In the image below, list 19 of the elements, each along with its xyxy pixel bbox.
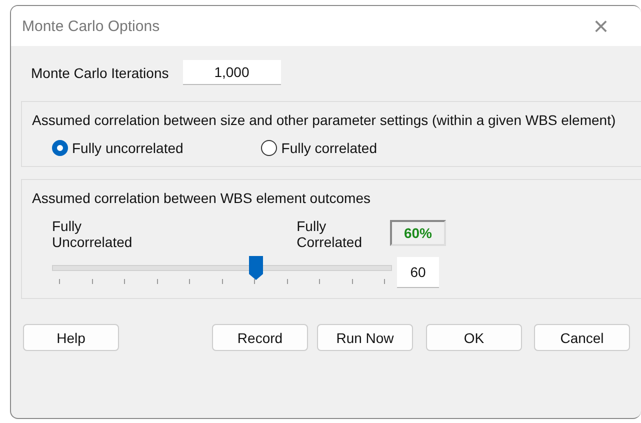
close-button[interactable]: × (581, 10, 621, 42)
group-title: Assumed correlation between size and other parameter settings (within a given WBS element) (32, 112, 617, 128)
iterations-label: Monte Carlo Iterations (31, 64, 169, 80)
radio-option[interactable]: Fully uncorrelated (52, 140, 184, 156)
window-title: Monte Carlo Options (22, 18, 160, 34)
slider-min-label: Fully Uncorrelated (52, 218, 132, 250)
dialog-button[interactable]: OK (426, 324, 522, 351)
slider-track[interactable] (52, 256, 392, 280)
value-field[interactable]: 60 (397, 257, 439, 288)
dialog-button[interactable]: Run Now (317, 324, 413, 351)
dialog-button[interactable]: Help (23, 324, 119, 351)
slider-max-label: Fully Correlated (296, 218, 362, 250)
slider-thumb[interactable] (249, 256, 263, 280)
iterations-field[interactable]: 1,000 (182, 60, 281, 85)
radio-option[interactable]: Fully correlated (261, 140, 377, 156)
dialog-button[interactable]: Record (212, 324, 308, 351)
percent-display: 60% (390, 220, 446, 246)
group-title: Assumed correlation between WBS element outcomes (32, 190, 372, 206)
dialog-button[interactable]: Cancel (534, 324, 630, 351)
